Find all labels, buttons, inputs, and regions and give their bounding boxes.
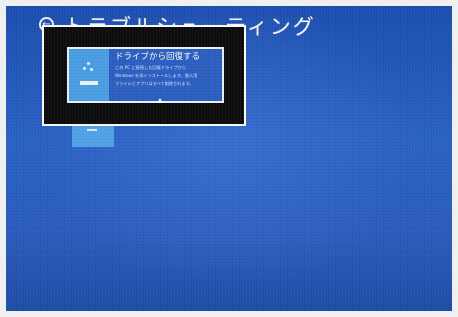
option-title: ドライブから回復する <box>115 52 201 62</box>
option-description-line: Windows を再インストールします。個人用 <box>115 73 198 78</box>
screen: ← トラブルシューティング ドライブから回復する この PC に接続した回復ドラ… <box>6 6 452 311</box>
option-description-line: ファイルとアプリはすべて削除されます。 <box>115 81 194 86</box>
recovery-drive-icon <box>69 49 109 101</box>
mouse-cursor-icon <box>157 98 163 103</box>
option-description-line: この PC に接続した回復ドライブから <box>115 65 186 70</box>
recover-from-drive-option[interactable]: ドライブから回復する この PC に接続した回復ドライブから Windows を… <box>67 47 224 103</box>
zoom-highlight-box: ドライブから回復する この PC に接続した回復ドライブから Windows を… <box>42 25 246 126</box>
